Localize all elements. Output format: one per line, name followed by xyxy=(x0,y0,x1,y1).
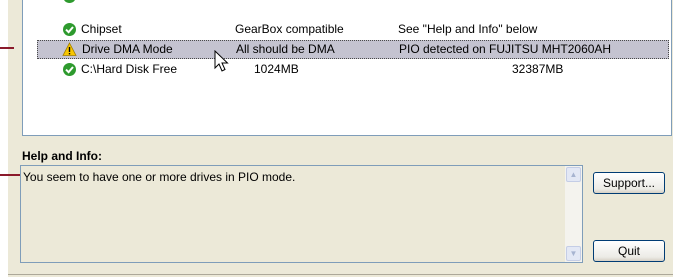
partial-row xyxy=(37,0,669,8)
component-detail: 32387MB xyxy=(512,62,564,76)
chevron-up-icon: ▲ xyxy=(569,170,578,179)
check-circle-icon xyxy=(63,63,76,76)
chevron-down-icon: ▼ xyxy=(569,249,578,258)
component-detail: PIO detected on FUJITSU MHT2060AH xyxy=(399,42,612,56)
scroll-down-button[interactable]: ▼ xyxy=(566,246,581,261)
components-list[interactable]: Chipset GearBox compatible See "Help and… xyxy=(22,0,672,136)
check-circle-icon xyxy=(63,23,76,36)
component-value: 1024MB xyxy=(254,62,299,76)
list-item[interactable]: C:\Hard Disk Free 1024MB 32387MB xyxy=(37,60,669,79)
support-button[interactable]: Support... xyxy=(593,172,665,194)
component-name: C:\Hard Disk Free xyxy=(81,62,178,76)
component-name: Drive DMA Mode xyxy=(82,42,173,56)
mouse-pointer-icon xyxy=(214,50,229,72)
divider xyxy=(8,274,673,275)
warning-triangle-icon xyxy=(62,42,77,56)
component-name: Chipset xyxy=(81,22,122,36)
component-value: All should be DMA xyxy=(236,42,335,56)
check-circle-icon xyxy=(64,0,75,3)
scroll-up-button[interactable]: ▲ xyxy=(566,167,581,182)
help-scrollbar[interactable]: ▲ ▼ xyxy=(565,166,582,262)
list-item-selected[interactable]: Drive DMA Mode All should be DMA PIO det… xyxy=(37,40,669,59)
quit-button[interactable]: Quit xyxy=(593,240,665,262)
help-info-textbox[interactable]: You seem to have one or more drives in P… xyxy=(20,165,583,263)
component-detail: See "Help and Info" below xyxy=(398,22,538,36)
list-item[interactable]: Chipset GearBox compatible See "Help and… xyxy=(37,20,669,39)
help-info-message: You seem to have one or more drives in P… xyxy=(23,170,296,184)
component-value: GearBox compatible xyxy=(235,22,344,36)
help-info-label: Help and Info: xyxy=(22,149,102,163)
callout-line xyxy=(0,47,14,49)
